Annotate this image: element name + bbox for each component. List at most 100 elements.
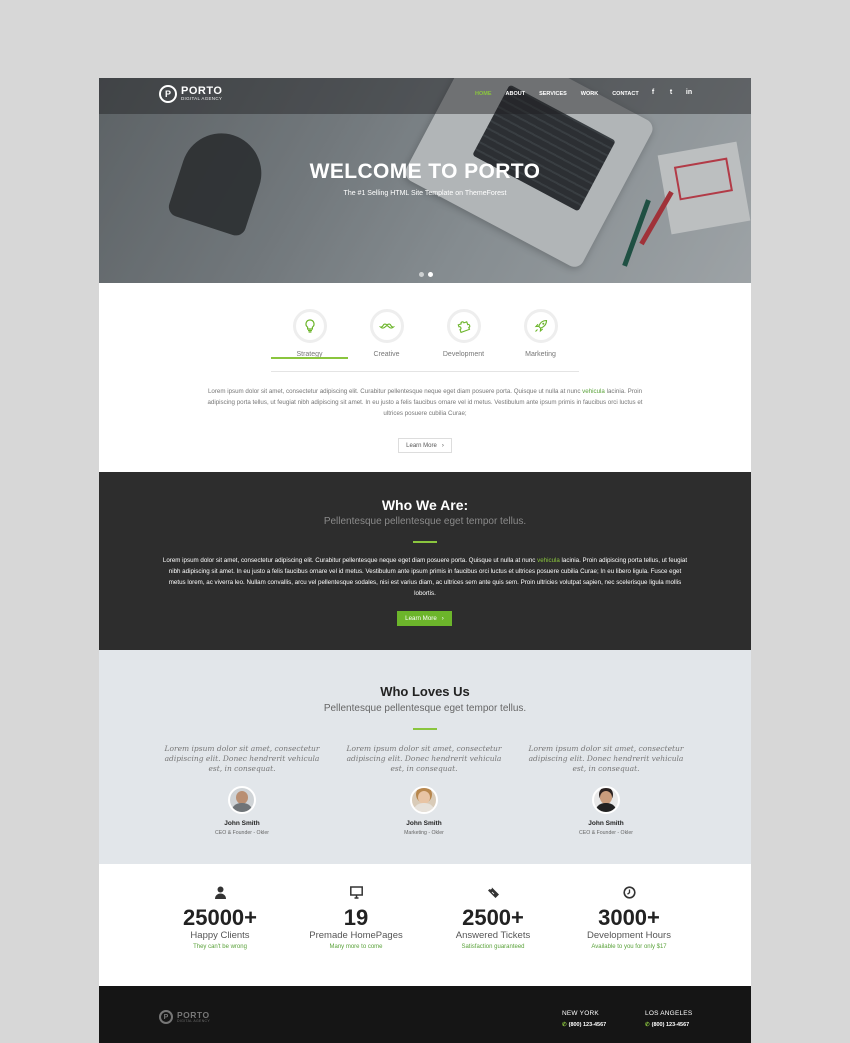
logo-tagline: DIGITAL AGENCY <box>177 1018 210 1023</box>
testimonial: Lorem ipsum dolor sit amet, consectetur … <box>526 744 686 836</box>
counter-number: 2500+ <box>462 905 524 930</box>
phone-number: (800) 123-4567 <box>651 1022 690 1028</box>
avatar <box>410 786 438 814</box>
office-phone[interactable]: ✆ (800) 123-4567 <box>645 1022 692 1028</box>
counter-label: Answered Tickets <box>455 930 531 941</box>
counter: 25000+ Happy Clients They can't be wrong <box>160 886 280 950</box>
twitter-icon[interactable]: t <box>667 89 675 96</box>
learn-more-label: Learn More <box>405 615 437 622</box>
counters-section: 25000+ Happy Clients They can't be wrong… <box>99 864 751 986</box>
footer: P PORTO DIGITAL AGENCY NEW YORK ✆ (800) 1… <box>99 986 751 1043</box>
counter: 2500+ Answered Tickets Satisfaction guar… <box>433 886 553 950</box>
chevron-right-icon: › <box>441 442 444 449</box>
tab-creative-label: Creative <box>373 351 400 358</box>
testimonial-quote: Lorem ipsum dolor sit amet, consectetur … <box>528 744 684 773</box>
counter: 19 Premade HomePages Many more to come <box>296 886 416 950</box>
testimonials-section: Who Loves Us Pellentesque pellentesque e… <box>99 650 751 864</box>
office-new-york: NEW YORK ✆ (800) 123-4567 <box>562 1010 606 1028</box>
facebook-icon[interactable]: f <box>649 89 657 96</box>
avatar <box>592 786 620 814</box>
ticket-icon <box>487 887 499 898</box>
phone-icon: ✆ <box>645 1022 650 1028</box>
who-we-are-subtitle: Pellentesque pellentesque eget tempor te… <box>323 516 527 527</box>
lightbulb-icon <box>304 319 315 333</box>
rocket-icon <box>534 319 547 333</box>
learn-more-label: Learn More <box>406 442 437 449</box>
counter: 3000+ Development Hours Available to you… <box>569 886 689 950</box>
tab-marketing-label: Marketing <box>525 351 556 358</box>
tab-strategy[interactable]: Strategy <box>271 309 348 359</box>
counter-label: Development Hours <box>587 930 671 941</box>
who-loves-us-subtitle: Pellentesque pellentesque eget tempor te… <box>323 703 527 714</box>
counter-caption: They can't be wrong <box>193 944 247 950</box>
page: P PORTO DIGITAL AGENCY HOME ABOUT SERVIC… <box>99 78 751 1043</box>
phone-number: (800) 123-4567 <box>568 1022 607 1028</box>
section-divider <box>413 541 437 543</box>
learn-more-button[interactable]: Learn More › <box>398 438 452 453</box>
main-menu: HOME ABOUT SERVICES WORK CONTACT <box>475 91 653 97</box>
office-phone[interactable]: ✆ (800) 123-4567 <box>562 1022 606 1028</box>
testimonial-role: CEO & Founder - Okler <box>579 830 633 836</box>
logo-mark: P <box>159 85 177 103</box>
testimonial: Lorem ipsum dolor sit amet, consectetur … <box>162 744 322 836</box>
feature-tabs: Strategy Creative Development Marketing <box>271 309 579 372</box>
who-we-are-text: Lorem ipsum dolor sit amet, consectetur … <box>162 555 688 599</box>
active-tab-indicator <box>271 357 348 359</box>
counter-caption: Available to you for only $17 <box>591 944 667 950</box>
social-links: f t in <box>649 89 693 96</box>
section-divider <box>413 728 437 730</box>
who-we-are-section: Who We Are: Pellentesque pellentesque eg… <box>99 472 751 650</box>
puzzle-icon <box>457 321 470 334</box>
testimonial: Lorem ipsum dolor sit amet, consectetur … <box>344 744 504 836</box>
monitor-icon <box>349 886 363 899</box>
who-loves-us-title: Who Loves Us <box>380 684 470 699</box>
counter-caption: Many more to come <box>329 944 383 950</box>
testimonial-name: John Smith <box>406 820 442 827</box>
office-los-angeles: LOS ANGELES ✆ (800) 123-4567 <box>645 1010 692 1028</box>
nav-services[interactable]: SERVICES <box>539 91 567 97</box>
testimonial-role: Marketing - Okler <box>404 830 444 836</box>
hero-subtitle: The #1 Selling HTML Site Template on The… <box>343 190 507 197</box>
logo[interactable]: P PORTO DIGITAL AGENCY <box>159 85 222 103</box>
testimonial-name: John Smith <box>224 820 260 827</box>
nav-work[interactable]: WORK <box>581 91 598 97</box>
tab-development-label: Development <box>442 351 485 358</box>
tab-development[interactable]: Development <box>425 309 502 358</box>
logo-tagline: DIGITAL AGENCY <box>181 96 223 102</box>
nav-contact[interactable]: CONTACT <box>612 91 638 97</box>
slider-dots <box>419 272 433 277</box>
who-we-are-title: Who We Are: <box>381 497 469 513</box>
features-section: Strategy Creative Development Marketing … <box>99 283 751 472</box>
office-city: LOS ANGELES <box>645 1010 693 1017</box>
footer-logo[interactable]: P PORTO DIGITAL AGENCY <box>159 1010 210 1024</box>
slider-dot-1[interactable] <box>419 272 424 277</box>
counter-label: Happy Clients <box>190 930 250 941</box>
testimonial-name: John Smith <box>588 820 624 827</box>
chevron-right-icon: › <box>441 615 444 622</box>
hero-title: WELCOME TO PORTO <box>309 160 541 183</box>
nav-home[interactable]: HOME <box>475 91 492 97</box>
slider-dot-2[interactable] <box>428 272 433 277</box>
counter-number: 3000+ <box>598 905 660 930</box>
phone-icon: ✆ <box>562 1022 567 1028</box>
learn-more-button[interactable]: Learn More › <box>397 611 452 626</box>
vehicula-link[interactable]: vehicula <box>537 557 560 564</box>
features-description: Lorem ipsum dolor sit amet, consectetur … <box>203 386 647 419</box>
features-text-start: Lorem ipsum dolor sit amet, consectetur … <box>207 388 583 395</box>
tab-creative[interactable]: Creative <box>348 309 425 358</box>
top-nav: P PORTO DIGITAL AGENCY HOME ABOUT SERVIC… <box>99 78 751 114</box>
counter-number: 19 <box>343 905 369 930</box>
tab-marketing[interactable]: Marketing <box>502 309 579 358</box>
vehicula-link[interactable]: vehicula <box>582 388 605 395</box>
who-we-are-text-start: Lorem ipsum dolor sit amet, consectetur … <box>162 557 538 564</box>
counter-label: Premade HomePages <box>309 930 403 941</box>
nav-about[interactable]: ABOUT <box>506 91 526 97</box>
testimonial-quote: Lorem ipsum dolor sit amet, consectetur … <box>346 744 502 773</box>
testimonial-quote: Lorem ipsum dolor sit amet, consectetur … <box>164 744 320 773</box>
counter-number: 25000+ <box>182 905 258 930</box>
mustache-icon <box>378 323 395 329</box>
linkedin-icon[interactable]: in <box>685 89 693 96</box>
clock-icon <box>622 886 636 899</box>
counter-caption: Satisfaction guaranteed <box>461 944 525 950</box>
testimonial-role: CEO & Founder - Okler <box>215 830 269 836</box>
